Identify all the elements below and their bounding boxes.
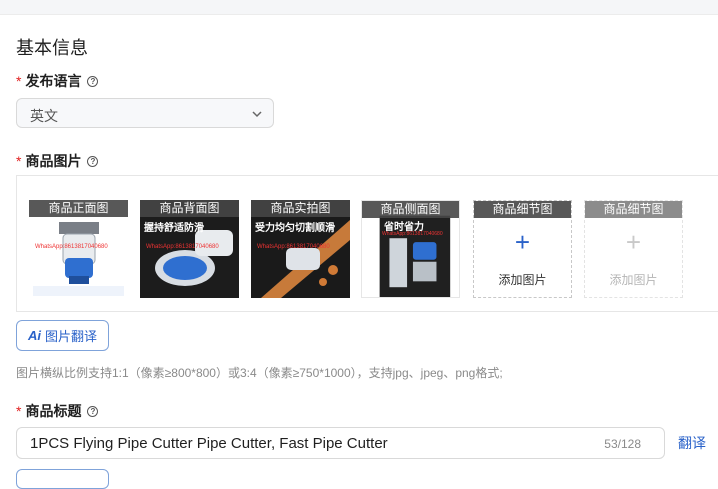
chevron-down-icon bbox=[252, 111, 262, 118]
thumb-label: 商品侧面图 bbox=[362, 201, 459, 218]
title-label-text: 商品标题 bbox=[25, 403, 82, 419]
add-image-text: 添加图片 bbox=[609, 273, 658, 287]
required-mark: * bbox=[16, 73, 22, 89]
product-title-value: 1PCS Flying Pipe Cutter Pipe Cutter, Fas… bbox=[30, 435, 388, 452]
watermark-text: WhatsApp:8613817040680 bbox=[35, 244, 108, 250]
product-thumb-real[interactable]: 商品实拍图 受力均匀切割顺滑 WhatsApp:8613817040680 bbox=[251, 200, 350, 298]
help-icon[interactable]: ? bbox=[87, 75, 99, 87]
overlay-text: 握持舒适防滑 bbox=[144, 223, 204, 234]
product-thumb-side[interactable]: 商品侧面图 省时省力 WhatsApp:8613817040680 bbox=[361, 200, 460, 298]
watermark-text: WhatsApp:8613817040680 bbox=[382, 231, 443, 237]
language-select-value: 英文 bbox=[30, 108, 58, 124]
image-translate-label: 图片翻译 bbox=[44, 329, 97, 344]
thumb-label: 商品细节图 bbox=[474, 201, 571, 218]
product-thumb-front[interactable]: 商品正面图 WhatsApp:8613817040680 bbox=[29, 200, 128, 298]
thumb-label: 商品实拍图 bbox=[251, 200, 350, 217]
add-image-slot[interactable]: 商品细节图 + 添加图片 bbox=[473, 200, 572, 298]
product-title-input[interactable]: 1PCS Flying Pipe Cutter Pipe Cutter, Fas… bbox=[16, 427, 665, 459]
plus-icon: + bbox=[514, 227, 531, 257]
partial-button[interactable] bbox=[16, 469, 109, 489]
language-label-text: 发布语言 bbox=[25, 73, 82, 89]
thumb-label: 商品正面图 bbox=[29, 200, 128, 217]
required-mark: * bbox=[16, 153, 22, 169]
thumb-label: 商品细节图 bbox=[585, 201, 682, 218]
help-icon[interactable]: ? bbox=[87, 405, 99, 417]
image-translate-button[interactable]: Ai 图片翻译 bbox=[16, 320, 109, 351]
overlay-text: 受力均匀切割顺滑 bbox=[255, 223, 335, 234]
watermark-text: WhatsApp:8613817040680 bbox=[146, 244, 219, 250]
help-icon[interactable]: ? bbox=[87, 155, 99, 167]
images-label: * 商品图片 ? bbox=[16, 151, 99, 171]
watermark-text: WhatsApp:8613817040680 bbox=[257, 244, 330, 250]
section-title: 基本信息 bbox=[16, 38, 88, 58]
language-label: * 发布语言 ? bbox=[16, 71, 99, 91]
image-format-hint: 图片横纵比例支持1:1（像素≥800*800）或3:4（像素≥750*1000）… bbox=[16, 366, 503, 380]
product-thumb-back[interactable]: 商品背面图 握持舒适防滑 WhatsApp:8613817040680 bbox=[140, 200, 239, 298]
plus-icon: + bbox=[625, 227, 642, 257]
translate-link[interactable]: 翻译 bbox=[678, 433, 706, 453]
top-strip bbox=[0, 0, 718, 15]
required-mark: * bbox=[16, 403, 22, 419]
ai-icon: Ai bbox=[27, 328, 41, 343]
char-counter: 53/128 bbox=[604, 437, 641, 451]
add-image-text: 添加图片 bbox=[498, 273, 547, 287]
images-label-text: 商品图片 bbox=[25, 153, 82, 169]
language-select[interactable]: 英文 bbox=[16, 98, 274, 128]
thumb-label: 商品背面图 bbox=[140, 200, 239, 217]
title-label: * 商品标题 ? bbox=[16, 401, 99, 421]
add-image-slot-disabled: 商品细节图 + 添加图片 bbox=[584, 200, 683, 298]
